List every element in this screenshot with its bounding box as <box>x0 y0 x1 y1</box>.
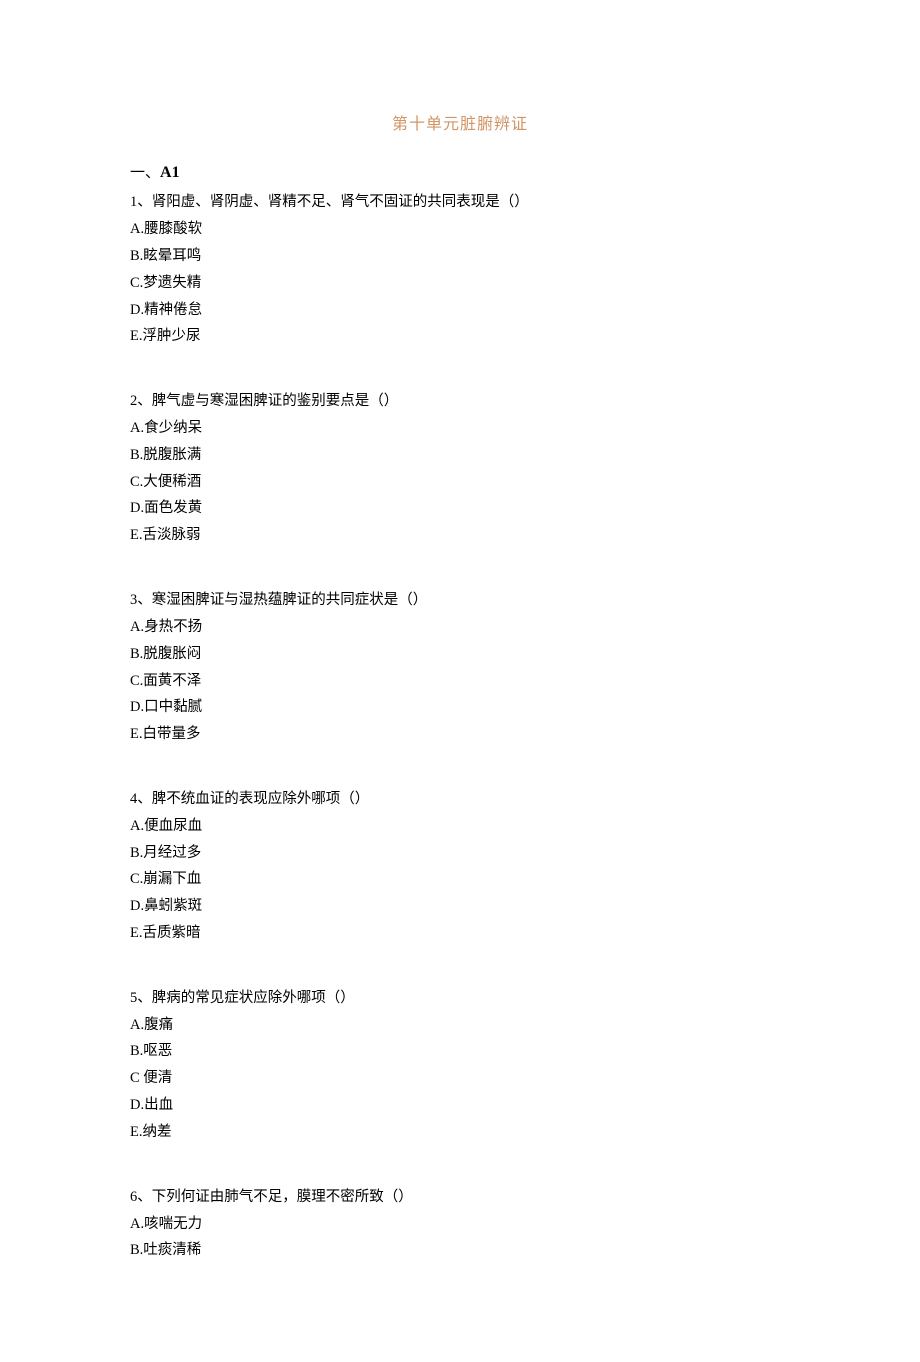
option-b: B.脱腹胀闷 <box>130 641 790 668</box>
question-block: 6、下列何证由肺气不足，膜理不密所致（） A.咳喘无力 B.吐痰清稀 <box>130 1184 790 1264</box>
option-b: B.眩晕耳鸣 <box>130 243 790 270</box>
question-block: 5、脾病的常见症状应除外哪项（） A.腹痛 B.呕恶 C 便清 D.出血 E.纳… <box>130 985 790 1146</box>
option-b: B.吐痰清稀 <box>130 1237 790 1264</box>
option-c: C.崩漏下血 <box>130 866 790 893</box>
question-text: 2、脾气虚与寒湿困脾证的鉴别要点是（） <box>130 388 790 415</box>
option-d: D.出血 <box>130 1092 790 1119</box>
question-number: 3、 <box>130 592 152 608</box>
option-a: A.腹痛 <box>130 1012 790 1039</box>
option-e: E.舌质紫暗 <box>130 920 790 947</box>
option-c: C.大便稀酒 <box>130 469 790 496</box>
page-title: 第十单元脏腑辨证 <box>130 110 790 140</box>
question-stem: 脾气虚与寒湿困脾证的鉴别要点是（） <box>152 393 399 409</box>
question-number: 1、 <box>130 194 152 210</box>
option-c: C.梦遗失精 <box>130 270 790 297</box>
section-prefix: 一、 <box>130 165 160 181</box>
question-stem: 下列何证由肺气不足，膜理不密所致（） <box>152 1189 413 1205</box>
question-stem: 脾病的常见症状应除外哪项（） <box>152 990 355 1006</box>
question-number: 2、 <box>130 393 152 409</box>
question-block: 4、脾不统血证的表现应除外哪项（） A.便血尿血 B.月经过多 C.崩漏下血 D… <box>130 786 790 947</box>
question-block: 3、寒湿困脾证与湿热蕴脾证的共同症状是（） A.身热不扬 B.脱腹胀闷 C.面黄… <box>130 587 790 748</box>
option-b: B.脱腹胀满 <box>130 442 790 469</box>
question-text: 5、脾病的常见症状应除外哪项（） <box>130 985 790 1012</box>
question-block: 2、脾气虚与寒湿困脾证的鉴别要点是（） A.食少纳呆 B.脱腹胀满 C.大便稀酒… <box>130 388 790 549</box>
option-a: A.身热不扬 <box>130 614 790 641</box>
question-stem: 肾阳虚、肾阴虚、肾精不足、肾气不固证的共同表现是（） <box>152 194 529 210</box>
option-e: E.纳差 <box>130 1119 790 1146</box>
question-stem: 寒湿困脾证与湿热蕴脾证的共同症状是（） <box>152 592 428 608</box>
option-e: E.舌淡脉弱 <box>130 522 790 549</box>
question-block: 1、肾阳虚、肾阴虚、肾精不足、肾气不固证的共同表现是（） A.腰膝酸软 B.眩晕… <box>130 189 790 350</box>
option-b: B.呕恶 <box>130 1038 790 1065</box>
option-c: C 便清 <box>130 1065 790 1092</box>
question-text: 6、下列何证由肺气不足，膜理不密所致（） <box>130 1184 790 1211</box>
section-label: A1 <box>160 164 180 181</box>
option-d: D.口中黏腻 <box>130 694 790 721</box>
option-a: A.腰膝酸软 <box>130 216 790 243</box>
option-a: A.咳喘无力 <box>130 1211 790 1238</box>
question-text: 4、脾不统血证的表现应除外哪项（） <box>130 786 790 813</box>
option-d: D.精神倦怠 <box>130 297 790 324</box>
option-d: D.鼻蚓紫斑 <box>130 893 790 920</box>
option-a: A.食少纳呆 <box>130 415 790 442</box>
question-number: 4、 <box>130 791 152 807</box>
question-number: 6、 <box>130 1189 152 1205</box>
question-text: 1、肾阳虚、肾阴虚、肾精不足、肾气不固证的共同表现是（） <box>130 189 790 216</box>
option-c: C.面黄不泽 <box>130 668 790 695</box>
option-b: B.月经过多 <box>130 840 790 867</box>
option-d: D.面色发黄 <box>130 495 790 522</box>
option-e: E.白带量多 <box>130 721 790 748</box>
section-header: 一、A1 <box>130 158 790 188</box>
question-stem: 脾不统血证的表现应除外哪项（） <box>152 791 370 807</box>
question-number: 5、 <box>130 990 152 1006</box>
question-text: 3、寒湿困脾证与湿热蕴脾证的共同症状是（） <box>130 587 790 614</box>
option-e: E.浮肿少尿 <box>130 323 790 350</box>
option-a: A.便血尿血 <box>130 813 790 840</box>
